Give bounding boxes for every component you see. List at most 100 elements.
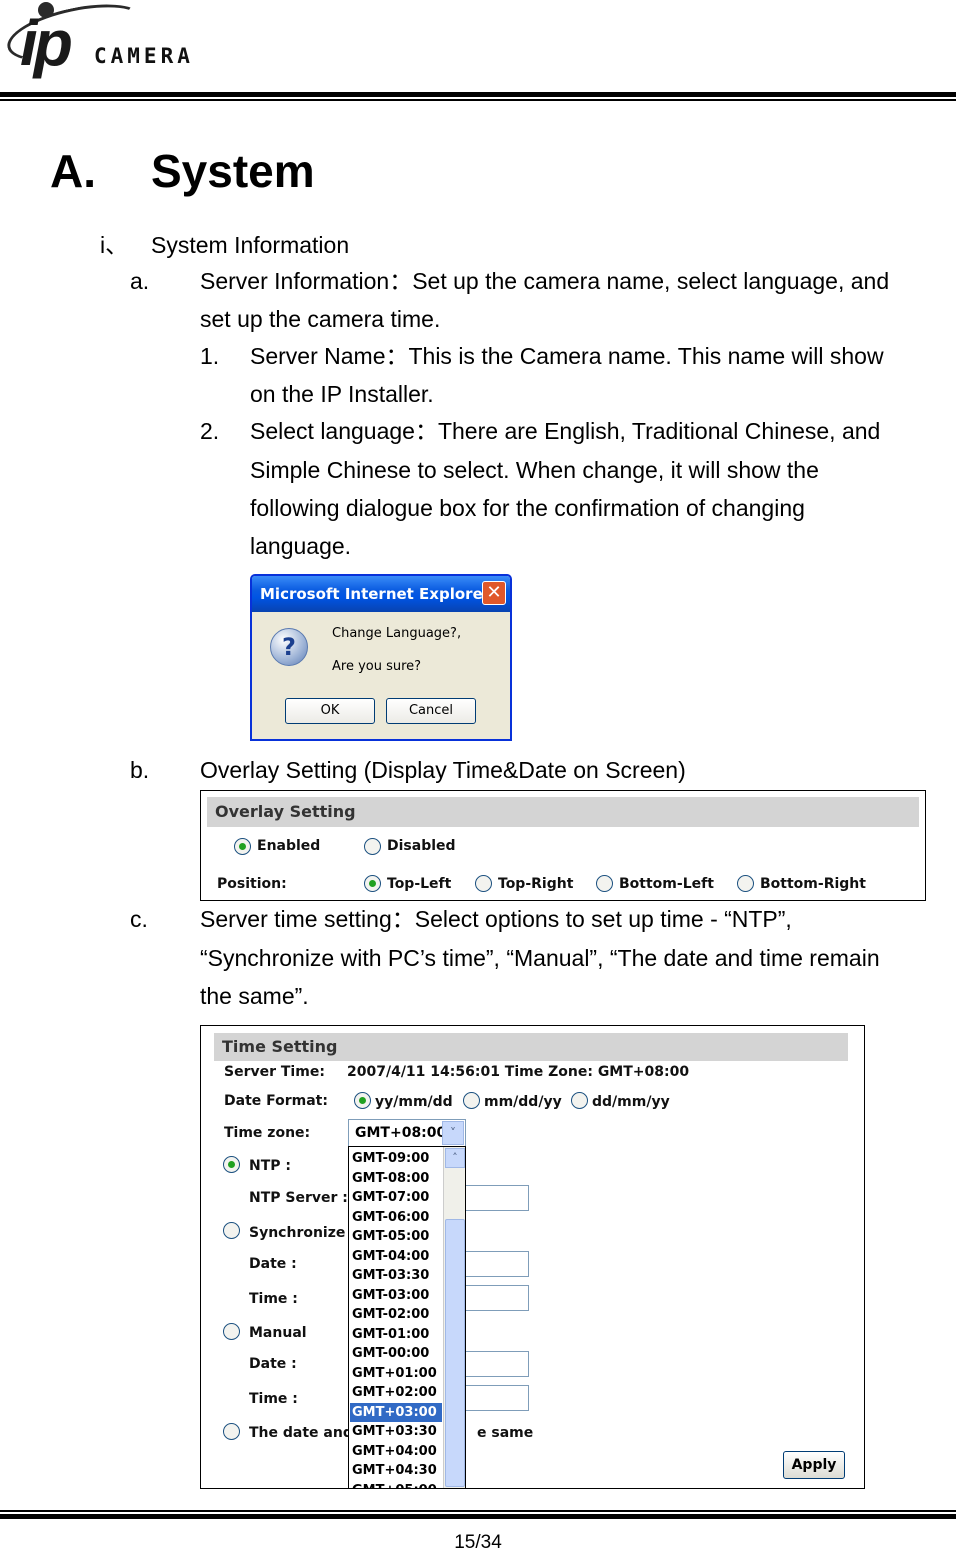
ntp-label: NTP : [249,1158,291,1174]
remain-same-label-left: The date and [249,1425,353,1441]
date-format-yymmdd-label: yy/mm/dd [375,1094,453,1110]
manual-date-input[interactable] [463,1351,529,1377]
time-zone-option[interactable]: GMT-01:00 [350,1325,442,1345]
bottom-right-label: Bottom-Right [760,876,866,892]
scroll-up-icon[interactable]: ˄ [445,1148,465,1168]
ntp-server-label: NTP Server : [249,1190,348,1206]
bottom-left-radio[interactable] [596,875,613,892]
bottom-left-label: Bottom-Left [619,876,714,892]
enabled-label: Enabled [257,838,321,854]
footer-rule-thin [0,1510,956,1512]
time-zone-option[interactable]: GMT+03:00 [350,1402,442,1422]
item-b-line1: Overlay Setting (Display Time&Date on Sc… [200,757,686,783]
dialog-message-2: Are you sure? [332,659,422,674]
dialog-message-1: Change Language?, [332,626,462,641]
position-label: Position: [217,876,287,892]
apply-button[interactable]: Apply [783,1451,845,1479]
manual-time-input[interactable] [463,1385,529,1411]
server-time-label: Server Time: [224,1064,325,1080]
sync-date-input[interactable] [463,1251,529,1277]
item-2-line4: language. [250,533,352,559]
section-letter: A. [50,145,96,197]
time-zone-option[interactable]: GMT+03:30 [350,1422,442,1442]
bottom-right-radio[interactable] [737,875,754,892]
disabled-label: Disabled [387,838,456,854]
scroll-thumb[interactable] [445,1219,465,1487]
chevron-down-icon[interactable]: ˅ [442,1121,464,1145]
time-setting-title: Time Setting [214,1033,848,1061]
server-time-value: 2007/4/11 14:56:01 Time Zone: GMT+08:00 [347,1064,690,1080]
item-c-line2: “Synchronize with PC’s time”, “Manual”, … [200,945,880,971]
item-1-line1: Server Name：This is the Camera name. Thi… [250,343,884,369]
time-zone-option[interactable]: GMT-00:00 [350,1344,442,1364]
time-zone-option[interactable]: GMT+04:00 [350,1442,442,1462]
date-format-yymmdd-radio[interactable] [354,1092,371,1109]
manual-time-label: Time : [249,1391,298,1407]
time-zone-option[interactable]: GMT-07:00 [350,1188,442,1208]
time-zone-label: Time zone: [224,1125,311,1141]
time-zone-option[interactable]: GMT-08:00 [350,1169,442,1189]
ip-camera-logo: ip CAMERA [2,0,266,88]
time-zone-option[interactable]: GMT+04:30 [350,1461,442,1481]
time-zone-option[interactable]: GMT-06:00 [350,1208,442,1228]
ntp-radio[interactable] [223,1156,240,1173]
time-zone-select[interactable]: GMT+08:00 ˅ [348,1119,466,1147]
item-c-line1: Server time setting：Select options to se… [200,906,792,932]
cancel-button[interactable]: Cancel [386,698,476,724]
time-zone-selected: GMT+08:00 [355,1125,447,1141]
top-right-radio[interactable] [475,875,492,892]
top-left-radio[interactable] [364,875,381,892]
time-zone-option[interactable]: GMT-02:00 [350,1305,442,1325]
remain-same-label-right: e same [477,1425,534,1441]
sync-time-input[interactable] [463,1285,529,1311]
time-zone-option[interactable]: GMT-09:00 [350,1149,442,1169]
time-zone-option[interactable]: GMT+01:00 [350,1364,442,1384]
footer-rule [0,1514,956,1519]
item-2-line3: following dialogue box for the confirmat… [250,495,805,521]
time-zone-dropdown-list[interactable]: GMT-09:00 GMT-08:00 GMT-07:00 GMT-06:00 GMT-… [348,1146,466,1489]
synchronize-label: Synchronize [249,1225,346,1241]
item-b-marker: b. [130,757,150,783]
time-zone-option[interactable]: GMT+02:00 [350,1383,442,1403]
item-2-line2: Simple Chinese to select. When change, i… [250,457,819,483]
change-language-dialog: Microsoft Internet Explorer ✕ ? Change L… [250,574,512,741]
ok-button[interactable]: OK [285,698,375,724]
enabled-radio[interactable] [234,838,251,855]
manual-date-label: Date : [249,1356,297,1372]
time-setting-panel: Time Setting Server Time: 2007/4/11 14:5… [200,1025,865,1489]
item-c-marker: c. [130,906,148,932]
subsection-marker: i、 [100,232,129,258]
date-format-mmddyy-radio[interactable] [463,1092,480,1109]
subsection-title: System Information [151,232,350,258]
dialog-title: Microsoft Internet Explorer [252,576,510,612]
date-format-label: Date Format: [224,1093,328,1109]
synchronize-radio[interactable] [223,1222,240,1239]
sync-time-label: Time : [249,1291,298,1307]
item-a-marker: a. [130,268,150,294]
close-icon[interactable]: ✕ [482,581,506,605]
remain-same-radio[interactable] [223,1423,240,1440]
section-title: System [151,145,315,197]
time-zone-option[interactable]: GMT-03:00 [350,1286,442,1306]
overlay-setting-panel: Overlay Setting Enabled Disabled Positio… [200,790,926,901]
time-zone-option[interactable]: GMT-03:30 [350,1266,442,1286]
sync-date-label: Date : [249,1256,297,1272]
date-format-ddmmyy-label: dd/mm/yy [592,1094,670,1110]
manual-radio[interactable] [223,1323,240,1340]
item-2-marker: 2. [200,418,220,444]
logo-camera-text: CAMERA [94,44,194,68]
item-1-marker: 1. [200,343,220,369]
manual-label: Manual [249,1325,307,1341]
date-format-ddmmyy-radio[interactable] [571,1092,588,1109]
dropdown-scrollbar[interactable]: ˄ [443,1147,465,1488]
time-zone-option[interactable]: GMT+05:00 [350,1481,442,1489]
top-left-label: Top-Left [387,876,452,892]
overlay-setting-title: Overlay Setting [207,797,919,827]
item-a-line2: set up the camera time. [200,306,441,332]
disabled-radio[interactable] [364,838,381,855]
ntp-server-input[interactable] [463,1185,529,1211]
time-zone-option[interactable]: GMT-05:00 [350,1227,442,1247]
header-rule [0,92,956,97]
logo-ip-text: ip [20,7,73,79]
time-zone-option[interactable]: GMT-04:00 [350,1247,442,1267]
